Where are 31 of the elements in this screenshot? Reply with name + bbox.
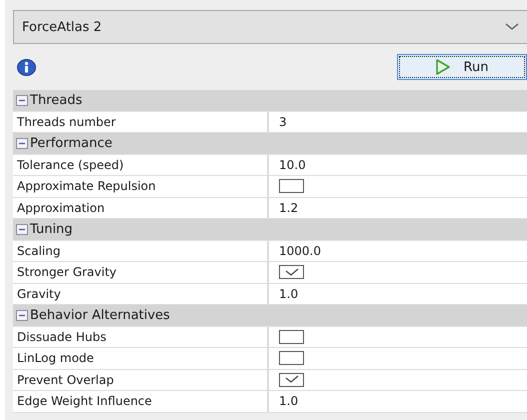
property-value[interactable]: 10.0	[269, 154, 527, 175]
run-button[interactable]: Run	[397, 54, 527, 80]
property-value[interactable]: 1.0	[269, 284, 527, 304]
section-title: Performance	[30, 136, 112, 151]
checkbox[interactable]	[279, 372, 304, 387]
section-header[interactable]: Behavior Alternatives	[13, 305, 527, 326]
section-header[interactable]: Tuning	[13, 219, 527, 240]
property-value[interactable]: 1000.0	[269, 240, 527, 261]
chevron-down-icon	[505, 23, 519, 31]
property-value[interactable]: 3	[269, 112, 527, 132]
info-icon[interactable]	[17, 58, 36, 76]
minus-icon[interactable]	[16, 224, 28, 235]
play-icon	[436, 59, 450, 75]
minus-icon[interactable]	[16, 138, 28, 149]
property-name: Edge Weight Influence	[13, 391, 269, 412]
checkbox[interactable]	[279, 265, 304, 280]
section-header[interactable]: Performance	[13, 133, 527, 154]
checkbox[interactable]	[279, 179, 304, 194]
checkbox[interactable]	[279, 330, 304, 344]
section-header[interactable]: Threads	[13, 90, 527, 112]
checkmark-icon	[284, 375, 300, 384]
property-value[interactable]: 1.2	[269, 198, 527, 218]
section-title: Threads	[30, 92, 82, 108]
checkbox[interactable]	[279, 351, 304, 366]
layout-dropdown[interactable]: ForceAtlas 2	[13, 10, 527, 44]
section-title: Behavior Alternatives	[30, 308, 170, 323]
minus-icon[interactable]	[16, 94, 28, 106]
checkmark-icon	[284, 268, 300, 277]
section-title: Tuning	[30, 222, 73, 237]
property-value[interactable]: 1.0	[269, 391, 527, 412]
minus-icon[interactable]	[16, 310, 28, 321]
